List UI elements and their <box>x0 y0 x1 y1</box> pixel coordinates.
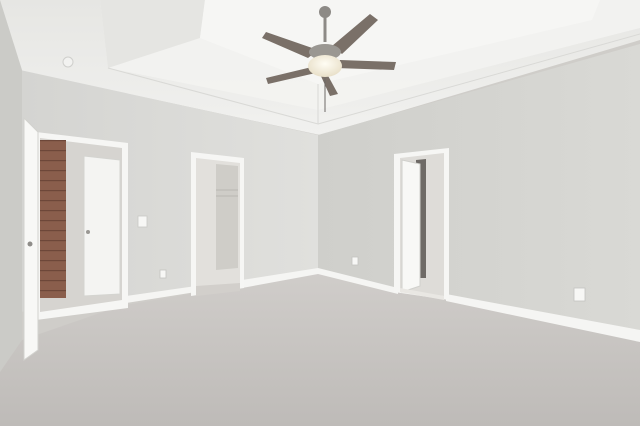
bathroom-door <box>401 159 421 293</box>
fan-light-globe <box>308 55 342 77</box>
bedroom-photo <box>0 0 640 426</box>
brick-wall <box>40 140 66 298</box>
closet-shelving <box>216 164 238 270</box>
wall-outlet <box>573 287 586 302</box>
right-doorway <box>394 148 449 300</box>
wall-outlet <box>351 256 359 266</box>
closet-door <box>83 155 121 297</box>
closet-door-knob <box>86 230 90 234</box>
light-switch <box>137 215 148 228</box>
wall-outlet <box>159 269 167 279</box>
smoke-detector <box>62 56 74 68</box>
center-doorway <box>191 152 244 296</box>
open-door <box>23 116 39 361</box>
open-door-knob <box>27 241 33 247</box>
